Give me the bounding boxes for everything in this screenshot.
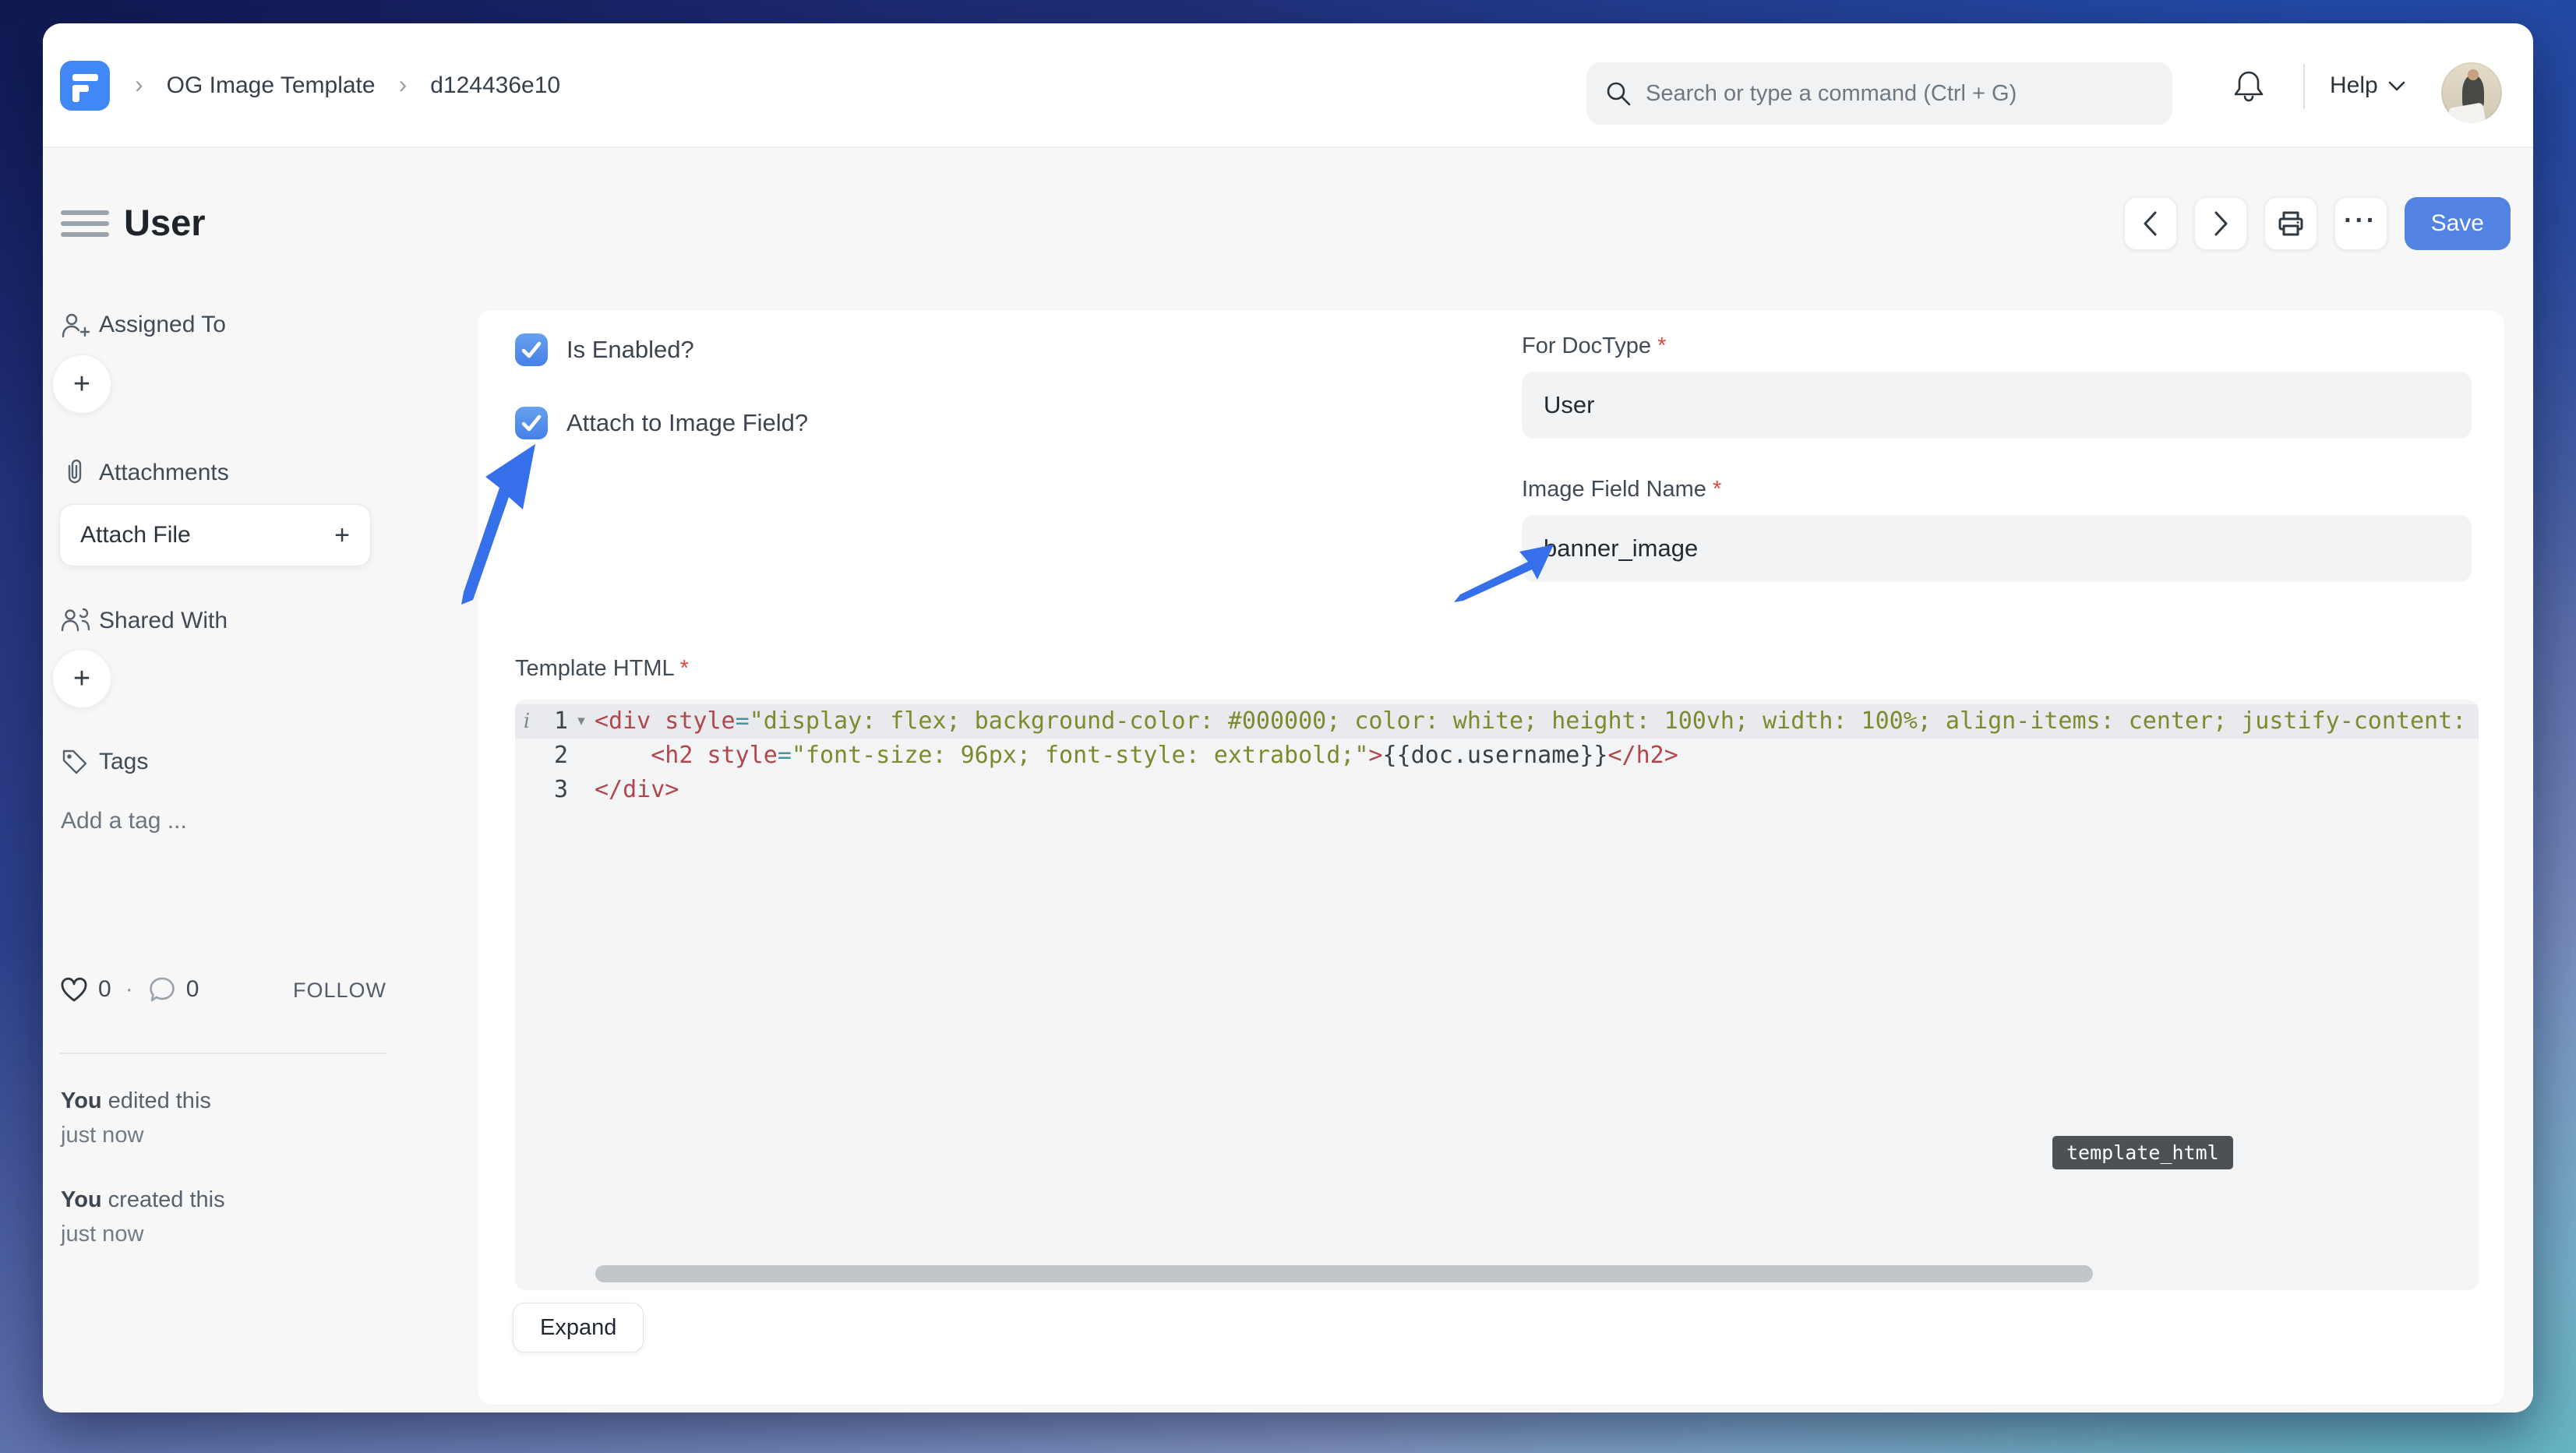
assigned-to-label: Assigned To: [99, 312, 226, 338]
image-field-name-field: Image Field Name *: [1522, 477, 2472, 582]
line-number: 2: [538, 739, 568, 773]
shared-users-icon: [59, 605, 92, 636]
like-heart-icon[interactable]: [59, 975, 89, 1003]
prev-document-button[interactable]: [2124, 197, 2177, 250]
chevron-right-icon: ›: [135, 70, 143, 99]
add-assignment-button[interactable]: +: [52, 354, 111, 414]
fieldname-tooltip: template_html: [2052, 1136, 2233, 1169]
chevron-right-icon: [2209, 209, 2232, 238]
template-html-label: Template HTML: [515, 656, 674, 681]
attach-file-label: Attach File: [80, 522, 191, 548]
paperclip-icon: [59, 457, 90, 488]
shared-with-label: Shared With: [99, 608, 228, 634]
required-asterisk: *: [1657, 333, 1666, 358]
checkbox-checked-icon[interactable]: [515, 407, 548, 439]
for-doctype-input[interactable]: [1522, 372, 2472, 439]
print-button[interactable]: [2264, 197, 2317, 250]
editor-line[interactable]: i1▾<div style="display: flex; background…: [515, 704, 2479, 739]
assign-user-icon: [59, 310, 90, 341]
activity-entry-created: You created this just now: [61, 1183, 396, 1251]
tags-label: Tags: [99, 749, 148, 775]
ellipsis-icon: ···: [2344, 206, 2377, 236]
search-input[interactable]: [1646, 81, 2154, 107]
save-button[interactable]: Save: [2405, 197, 2511, 250]
plus-icon: +: [334, 520, 350, 551]
user-avatar[interactable]: [2441, 62, 2502, 123]
editor-line[interactable]: 2 <h2 style="font-size: 96px; font-style…: [515, 739, 2479, 773]
sidebar-toggle-icon[interactable]: [61, 210, 109, 237]
main-window: › OG Image Template › d124436e10 Help Us…: [43, 23, 2533, 1412]
toolbar-actions: ··· Save: [2124, 197, 2511, 250]
activity-entry-edited: You edited this just now: [61, 1084, 396, 1152]
tag-icon: [59, 746, 90, 778]
sidebar-divider: [59, 1053, 386, 1054]
attach-file-button[interactable]: Attach File +: [59, 504, 371, 566]
code-text: </div>: [595, 773, 679, 807]
add-tag-input[interactable]: Add a tag ...: [61, 808, 187, 834]
comment-bubble-icon[interactable]: [147, 975, 177, 1003]
breadcrumb: › OG Image Template › d124436e10: [135, 23, 560, 148]
dot-separator: ·: [125, 976, 133, 1003]
help-menu[interactable]: Help: [2330, 23, 2406, 148]
printer-icon: [2276, 209, 2306, 238]
is-enabled-checkbox-row[interactable]: Is Enabled?: [515, 333, 694, 366]
chevron-left-icon: [2139, 209, 2162, 238]
page-title: User: [124, 201, 206, 244]
add-share-button[interactable]: +: [52, 649, 111, 708]
comment-count: 0: [186, 976, 199, 1003]
line-number: 1: [538, 704, 568, 739]
is-enabled-label: Is Enabled?: [566, 336, 694, 364]
annotation-arrow-big: [461, 444, 538, 608]
frappe-logo[interactable]: [60, 61, 110, 111]
header-divider: [2303, 64, 2305, 109]
image-field-name-input[interactable]: [1522, 515, 2472, 582]
for-doctype-label: For DocType: [1522, 333, 1651, 358]
menu-button[interactable]: ···: [2334, 197, 2387, 250]
line-number: 3: [538, 773, 568, 807]
required-asterisk: *: [680, 656, 689, 681]
image-field-name-label: Image Field Name: [1522, 477, 1706, 502]
code-text: <h2 style="font-size: 96px; font-style: …: [595, 739, 1678, 773]
form-panel: Is Enabled? Attach to Image Field? For D…: [478, 310, 2504, 1405]
breadcrumb-doctype[interactable]: OG Image Template: [167, 72, 376, 99]
chevron-down-icon: [2387, 79, 2406, 92]
attach-to-image-field-checkbox-row[interactable]: Attach to Image Field?: [515, 407, 808, 439]
global-search[interactable]: [1586, 62, 2172, 125]
attachments-label: Attachments: [99, 460, 229, 486]
expand-button[interactable]: Expand: [513, 1303, 644, 1352]
checkbox-checked-icon[interactable]: [515, 333, 548, 366]
code-text: <div style="display: flex; background-co…: [595, 704, 2466, 739]
help-label: Help: [2330, 72, 2378, 99]
like-count: 0: [98, 976, 111, 1003]
editor-line[interactable]: 3 </div>: [515, 773, 2479, 807]
breadcrumb-docname[interactable]: d124436e10: [430, 72, 560, 99]
for-doctype-field: For DocType *: [1522, 333, 2472, 439]
app-header: › OG Image Template › d124436e10 Help: [43, 23, 2533, 148]
search-icon: [1605, 80, 1632, 107]
template-html-code-editor[interactable]: i1▾<div style="display: flex; background…: [515, 700, 2479, 1290]
notifications-bell-icon[interactable]: [2229, 67, 2268, 106]
horizontal-scrollbar[interactable]: [595, 1265, 2093, 1282]
gutter-info-icon: i: [515, 704, 538, 739]
chevron-right-icon: ›: [399, 70, 408, 99]
next-document-button[interactable]: [2194, 197, 2247, 250]
follow-button[interactable]: FOLLOW: [293, 979, 386, 1003]
attach-to-image-field-label: Attach to Image Field?: [566, 409, 808, 437]
code-editor-lines: i1▾<div style="display: flex; background…: [515, 700, 2479, 807]
required-asterisk: *: [1713, 477, 1721, 502]
fold-caret-icon[interactable]: ▾: [568, 704, 595, 739]
